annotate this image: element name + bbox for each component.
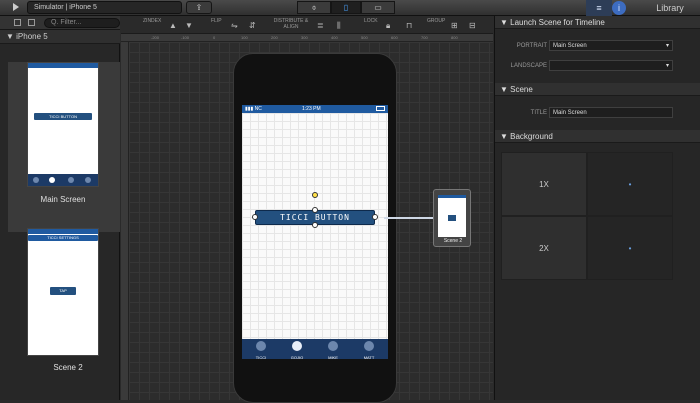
background-1x-well[interactable]: • [587, 152, 673, 216]
background-2x-label: 2X [501, 216, 587, 280]
scene-label: Main Screen [40, 195, 86, 204]
top-toolbar: Simulator | iPhone 5 ⇪ ⌽ ▯ ▭ ≡ i Library [0, 0, 700, 16]
status-bar: ▮▮▮ NC 1:23 PM [242, 105, 388, 113]
resize-handle-bottom[interactable] [312, 222, 318, 228]
chevron-down-icon: ▾ [665, 63, 669, 69]
thumbnail-button: TAP [50, 287, 76, 295]
play-icon[interactable] [13, 3, 19, 11]
scene-thumbnail: TICCI BUTTON [27, 62, 99, 187]
grid-view-icon[interactable] [14, 19, 21, 26]
mini-scene-label: Scene 2 [443, 238, 463, 244]
share-button[interactable]: ⇪ [186, 1, 212, 14]
scene-section-header[interactable]: ▼ Scene [495, 83, 700, 96]
inspector-panel: ▼ Launch Scene for Timeline PORTRAIT Mai… [494, 16, 700, 400]
portrait-label: PORTRAIT [516, 43, 547, 49]
list-icon[interactable]: ≡ [586, 0, 612, 16]
filter-input[interactable]: Q. Filter... [44, 18, 120, 28]
background-section-header[interactable]: ▼ Background [495, 130, 700, 143]
tab-matt[interactable]: MATT [351, 339, 387, 360]
rotate-handle[interactable] [312, 192, 318, 198]
vertical-ruler [121, 42, 129, 400]
send-backward-icon[interactable]: ▼ [185, 21, 193, 30]
zindex-label: ZINDEX [143, 18, 162, 24]
breadcrumb[interactable]: Simulator | iPhone 5 [27, 1, 182, 14]
background-2x-well[interactable]: • [587, 216, 673, 280]
preview-icon[interactable]: ⌽ [297, 1, 331, 14]
main-screen-artboard[interactable]: ▮▮▮ NC 1:23 PM TICCI BUTTON TICCI GOJIO … [242, 105, 388, 360]
canvas-toolbar: ZINDEX ▲ ▼ FLIP ⇋ ⇵ DISTRIBUTE & ALIGN ≣… [121, 16, 493, 34]
scene-item-main-screen[interactable]: TICCI BUTTON Main Screen [8, 62, 120, 232]
distribute-icon[interactable]: ⫼ [337, 21, 341, 31]
horizontal-ruler: -200 -100 0 100 200 300 400 500 600 700 … [121, 34, 493, 42]
launch-scene-section-header[interactable]: ▼ Launch Scene for Timeline [495, 16, 700, 29]
scene-label: Scene 2 [53, 363, 83, 372]
resize-handle-right[interactable] [372, 214, 378, 220]
scene-list-panel: Q. Filter... ▼ iPhone 5 TICCI BUTTON Mai… [0, 16, 120, 400]
thumbnail-button: TICCI BUTTON [34, 113, 92, 120]
portrait-device-button[interactable]: ▯ [331, 1, 361, 14]
library-button[interactable]: Library [640, 0, 700, 16]
group-icon[interactable]: ⊞ [451, 21, 458, 30]
flip-label: FLIP [211, 18, 222, 24]
status-carrier: ▮▮▮ NC [245, 106, 262, 112]
group-label: GROUP [427, 18, 446, 24]
scene-list-toolbar: Q. Filter... [0, 16, 120, 30]
info-icon[interactable]: i [612, 1, 626, 15]
tab-mike[interactable]: MIKE [315, 339, 351, 360]
landscape-label: LANDSCAPE [510, 63, 547, 69]
lock-icon[interactable]: 🔒︎ [386, 21, 390, 31]
title-label: TITLE [530, 110, 547, 116]
canvas-stage[interactable]: ▮▮▮ NC 1:23 PM TICCI BUTTON TICCI GOJIO … [129, 42, 493, 403]
distribute-align-label: DISTRIBUTE & ALIGN [273, 18, 309, 30]
scene-2-mini-preview[interactable]: Scene 2 [433, 189, 471, 247]
resize-handle-left[interactable] [252, 214, 258, 220]
tab-bar: TICCI GOJIO MIKE MATT [242, 339, 388, 360]
chevron-down-icon: ▾ [665, 43, 669, 49]
status-time: 1:23 PM [302, 106, 321, 112]
thumbnail-header: TICCI SETTINGS [28, 235, 98, 241]
background-1x-label: 1X [501, 152, 587, 216]
list-view-icon[interactable] [28, 19, 35, 26]
device-group-header[interactable]: ▼ iPhone 5 [0, 30, 120, 44]
landscape-device-button[interactable]: ▭ [361, 1, 395, 14]
align-icon[interactable]: ≣ [317, 21, 324, 30]
iphone-frame: ▮▮▮ NC 1:23 PM TICCI BUTTON TICCI GOJIO … [233, 53, 397, 403]
design-canvas: ZINDEX ▲ ▼ FLIP ⇋ ⇵ DISTRIBUTE & ALIGN ≣… [121, 16, 493, 403]
flip-vertical-icon[interactable]: ⇵ [249, 21, 256, 30]
tab-ticci[interactable]: TICCI [243, 339, 279, 360]
scene-thumbnail: TICCI SETTINGS TAP [27, 228, 99, 356]
resize-handle-top[interactable] [312, 207, 318, 213]
bring-forward-icon[interactable]: ▲ [169, 21, 177, 30]
title-field[interactable]: Main Screen [549, 107, 673, 118]
flip-horizontal-icon[interactable]: ⇋ [231, 21, 238, 30]
lock-label: LOCK [364, 18, 378, 24]
ungroup-icon[interactable]: ⊟ [469, 21, 476, 30]
tab-gojio[interactable]: GOJIO [279, 339, 315, 360]
unlock-icon[interactable]: ⊓ [406, 21, 412, 30]
portrait-select[interactable]: Main Screen ▾ [549, 40, 673, 51]
battery-icon [376, 106, 385, 111]
landscape-select[interactable]: ▾ [549, 60, 673, 71]
